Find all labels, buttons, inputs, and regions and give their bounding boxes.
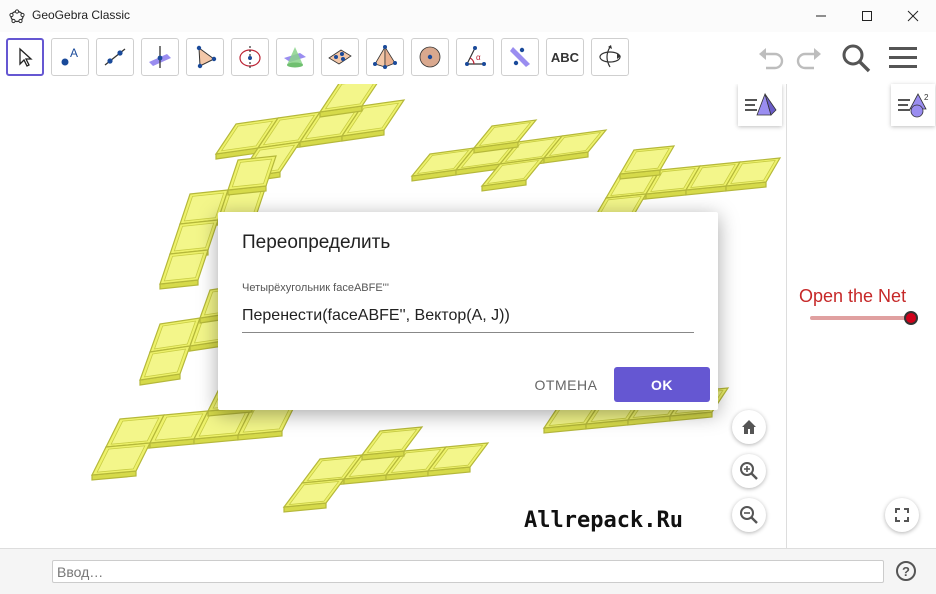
line-tool-button[interactable]: [96, 38, 134, 76]
perpendicular-tool-button[interactable]: [141, 38, 179, 76]
open-net-slider-handle[interactable]: [904, 311, 918, 325]
polygon-tool-button[interactable]: [186, 38, 224, 76]
svg-text:α: α: [476, 53, 481, 62]
rotate-view-tool-button[interactable]: [591, 38, 629, 76]
plane-tool-button[interactable]: [321, 38, 359, 76]
redo-button[interactable]: [794, 44, 824, 72]
fullscreen-icon: [895, 508, 909, 522]
move-tool-button[interactable]: [6, 38, 44, 76]
search-button[interactable]: [840, 42, 872, 74]
watermark-text: Allrepack.Ru: [524, 508, 683, 533]
point-icon: A: [61, 46, 78, 66]
line-icon: [104, 48, 126, 66]
help-icon[interactable]: ?: [896, 561, 916, 581]
definition-field: [242, 300, 694, 333]
polygon-icon: [196, 45, 217, 69]
window-title: GeoGebra Classic: [32, 8, 131, 22]
rotate-view-icon: [599, 45, 621, 68]
dialog-title: Переопределить: [242, 232, 391, 253]
algebra-input[interactable]: [53, 561, 883, 582]
zoom-out-button[interactable]: [732, 498, 766, 532]
net-face-inner: [624, 148, 670, 172]
stylebar-pyramid-icon: [745, 92, 777, 116]
hamburger-menu-icon: [889, 47, 917, 68]
minimize-icon: [816, 15, 826, 17]
zoom-in-icon: [740, 462, 758, 480]
reflect-about-plane-icon: [510, 47, 530, 67]
circle-axis-tool-button[interactable]: [231, 38, 269, 76]
redo-icon: [796, 48, 821, 70]
text-tool-button[interactable]: ABC: [546, 38, 584, 76]
sphere-icon: [419, 46, 441, 68]
standard-view-button[interactable]: [732, 410, 766, 444]
cancel-button[interactable]: ОТМЕНА: [528, 368, 604, 402]
title-bar: GeoGebra Classic: [0, 0, 936, 32]
minimize-button[interactable]: [798, 0, 844, 32]
intersect-surfaces-tool-button[interactable]: [276, 38, 314, 76]
undo-button[interactable]: [756, 44, 786, 72]
zoom-out-icon: [740, 506, 758, 524]
pyramid-icon: [373, 45, 397, 69]
close-icon: [907, 10, 919, 22]
perpendicular-line-icon: [149, 46, 171, 68]
graphics2-stylebar-toggle[interactable]: 2: [891, 84, 935, 126]
pyramid-tool-button[interactable]: [366, 38, 404, 76]
plane-through-points-icon: [328, 49, 352, 65]
angle-tool-button[interactable]: α: [456, 38, 494, 76]
point-tool-button[interactable]: A: [51, 38, 89, 76]
zoom-in-button[interactable]: [732, 454, 766, 488]
definition-field-label: Четырёхугольник faceABFE''': [242, 282, 389, 294]
arrow-cursor-icon: [19, 47, 33, 67]
input-field-container: [52, 560, 884, 583]
input-bar: ?: [0, 548, 936, 594]
toolbar: A α ABC: [0, 32, 936, 85]
reflect-tool-button[interactable]: [501, 38, 539, 76]
definition-input[interactable]: [242, 300, 694, 332]
fullscreen-button[interactable]: [885, 498, 919, 532]
undo-icon: [759, 48, 784, 70]
svg-text:A: A: [70, 46, 78, 60]
angle-icon: α: [465, 46, 486, 66]
search-icon: [842, 44, 871, 73]
slider-label: Open the Net: [799, 286, 907, 306]
ok-button[interactable]: OK: [614, 367, 710, 402]
open-net-slider-track[interactable]: [810, 316, 912, 320]
home-icon: [742, 420, 756, 434]
intersect-surfaces-icon: [284, 47, 306, 68]
maximize-button[interactable]: [844, 0, 890, 32]
close-button[interactable]: [890, 0, 936, 32]
text-tool-label: ABC: [550, 49, 580, 65]
stylebar-graphics2-icon: 2: [898, 93, 929, 118]
geogebra-logo-icon: [9, 9, 25, 24]
sphere-tool-button[interactable]: [411, 38, 449, 76]
main-menu-button[interactable]: [887, 44, 919, 72]
maximize-icon: [862, 11, 872, 21]
redefine-dialog: Переопределить Четырёхугольник faceABFE'…: [218, 212, 718, 410]
svg-text:2: 2: [924, 93, 929, 102]
circle-axis-icon: [239, 46, 261, 68]
graphics-stylebar-toggle[interactable]: [738, 84, 782, 126]
